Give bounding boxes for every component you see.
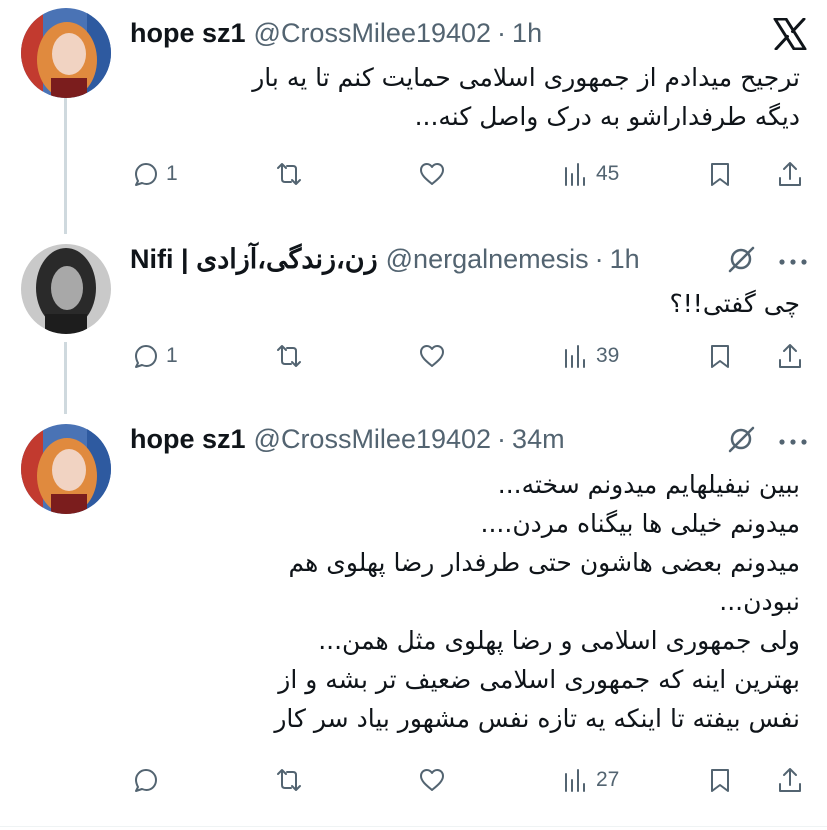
reply-button[interactable]: 1 <box>132 160 178 188</box>
reply-icon <box>135 163 157 186</box>
views-count: 45 <box>596 162 620 185</box>
views-chart-icon <box>565 163 585 186</box>
reply-count: 1 <box>166 162 178 185</box>
tweet-text: چی گفتی!!؟ <box>130 284 800 323</box>
views-button[interactable]: 27 <box>562 766 619 794</box>
heart-icon <box>420 345 444 367</box>
share-icon <box>779 768 801 792</box>
display-name[interactable]: Nifi | زن،زندگی،آزادی <box>130 244 378 275</box>
tweet-text-line: نبودن... <box>719 587 800 616</box>
heart-icon <box>420 163 444 185</box>
views-button[interactable]: 39 <box>562 342 619 370</box>
retweet-button[interactable] <box>275 160 303 188</box>
tweet-text-line: نفس بیفته تا اینکه یه تازه نفس مشهور بیا… <box>274 704 800 733</box>
reply-count: 1 <box>166 344 178 367</box>
user-handle[interactable]: @CrossMilee19402 <box>254 18 492 49</box>
retweet-icon <box>277 163 301 185</box>
like-button[interactable] <box>418 342 446 370</box>
tweet-text: ترجیح میدادم از جمهوری اسلامی حمایت کنم … <box>130 58 800 136</box>
tweet-text: ببین نیفیلهایم میدونم سخته... میدونم خیل… <box>130 465 800 738</box>
views-chart-icon <box>565 769 585 792</box>
views-chart-icon <box>565 345 585 368</box>
display-name[interactable]: hope sz1 <box>130 424 246 455</box>
views-button[interactable]: 45 <box>562 160 619 188</box>
separator-dot: · <box>497 424 507 454</box>
bookmark-button[interactable] <box>706 160 734 188</box>
action-bar: 1 45 <box>0 154 827 194</box>
retweet-icon <box>277 769 301 791</box>
like-button[interactable] <box>418 160 446 188</box>
reply-button[interactable]: 1 <box>132 342 178 370</box>
share-button[interactable] <box>776 342 804 370</box>
separator-dot: · <box>594 244 604 274</box>
retweet-button[interactable] <box>275 766 303 794</box>
display-name[interactable]: hope sz1 <box>130 18 246 49</box>
timestamp[interactable]: 1h <box>610 244 640 275</box>
grok-icon[interactable] <box>726 244 756 279</box>
bookmark-button[interactable] <box>706 766 734 794</box>
bookmark-icon <box>711 345 729 368</box>
tweet-text-line: چی گفتی!!؟ <box>669 289 800 318</box>
more-options-icon[interactable] <box>778 434 808 452</box>
tweet-text-line: دیگه طرفداراشو به درک واصل کنه... <box>414 102 800 131</box>
retweet-icon <box>277 345 301 367</box>
share-icon <box>779 344 801 368</box>
share-button[interactable] <box>776 160 804 188</box>
tweet-header: Nifi | زن،زندگی،آزادی @nergalnemesis · 1… <box>130 244 640 275</box>
timestamp[interactable]: 34m <box>512 424 565 455</box>
reply-button[interactable] <box>132 766 160 794</box>
views-count: 39 <box>596 344 620 367</box>
more-options-icon[interactable] <box>778 254 808 272</box>
avatar[interactable] <box>21 244 111 334</box>
views-count: 27 <box>596 768 620 791</box>
tweet-text-line: بهترین اینه که جمهوری اسلامی ضعیف تر بشه… <box>278 665 800 694</box>
bookmark-icon <box>711 163 729 186</box>
x-logo-icon <box>773 17 807 55</box>
reply-icon <box>135 345 157 368</box>
tweet-header: hope sz1 @CrossMilee19402 · 1h <box>130 18 542 49</box>
avatar[interactable] <box>21 424 111 514</box>
tweet-header: hope sz1 @CrossMilee19402 · 34m <box>130 424 565 455</box>
action-bar: 1 39 <box>0 336 827 376</box>
bookmark-button[interactable] <box>706 342 734 370</box>
user-handle[interactable]: @nergalnemesis <box>386 244 589 275</box>
share-icon <box>779 162 801 186</box>
heart-icon <box>420 769 444 791</box>
tweet-text-line: میدونم بعضی هاشون حتی طرفدار رضا پهلوی ه… <box>288 548 800 577</box>
separator-dot: · <box>497 18 507 48</box>
bookmark-icon <box>711 769 729 792</box>
share-button[interactable] <box>776 766 804 794</box>
tweet-text-line: ببین نیفیلهایم میدونم سخته... <box>497 470 800 499</box>
reply-icon <box>135 769 157 792</box>
tweet-text-line: ترجیح میدادم از جمهوری اسلامی حمایت کنم … <box>252 63 800 92</box>
grok-icon[interactable] <box>726 424 756 459</box>
tweet-text-line: میدونم خیلی ها بیگناه مردن.... <box>480 509 800 538</box>
tweet-text-line: ولی جمهوری اسلامی و رضا پهلوی مثل همن... <box>318 626 800 655</box>
timestamp[interactable]: 1h <box>512 18 542 49</box>
like-button[interactable] <box>418 766 446 794</box>
avatar[interactable] <box>21 8 111 98</box>
action-bar: 27 <box>0 760 827 800</box>
bottom-divider <box>0 826 827 827</box>
user-handle[interactable]: @CrossMilee19402 <box>254 424 492 455</box>
retweet-button[interactable] <box>275 342 303 370</box>
